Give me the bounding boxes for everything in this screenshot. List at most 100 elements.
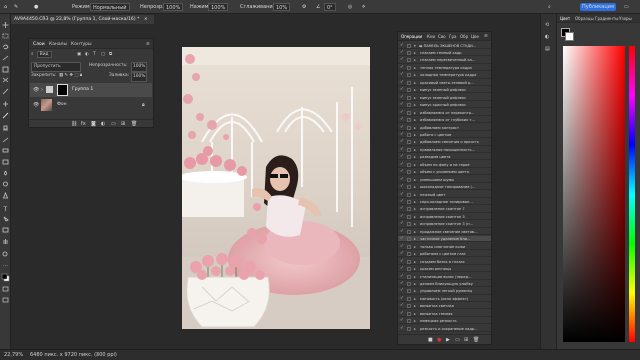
zoom-level[interactable]: 22,79% [4,352,23,358]
action-row[interactable]: ✓ ▸ работаем с цветом глаз [398,251,491,258]
dialog-toggle[interactable] [407,229,411,234]
action-row[interactable]: ✓ ▸ делаем бликующую улыбку [398,281,491,288]
new-layer-icon[interactable]: ⊞ [121,121,125,127]
chevron-right-icon[interactable]: ▸ [414,266,418,272]
dialog-toggle[interactable] [407,65,411,70]
type-tool-icon[interactable]: T [3,206,8,213]
check-icon[interactable]: ✓ [400,199,405,205]
pen-tool-icon[interactable] [2,191,9,199]
dialog-toggle[interactable] [407,110,411,115]
check-icon[interactable]: ✓ [400,229,405,235]
dialog-toggle[interactable] [407,281,411,286]
opacity-field[interactable]: 100% [163,3,184,11]
check-icon[interactable]: ✓ [400,50,405,56]
panel-menu-icon[interactable]: ≡ [146,41,150,48]
action-row[interactable]: ✓ ▸ шоколадное тонирование (... [398,184,491,191]
action-row[interactable]: ✓ ▸ продажное свечение светов... [398,229,491,235]
tab-gradients[interactable]: Градиенты [595,15,618,22]
check-icon[interactable]: ✓ [400,221,405,227]
check-icon[interactable]: ✓ [400,154,405,160]
dialog-toggle[interactable] [407,162,411,167]
action-row[interactable]: ✓ ▸ минус красный рефлекс [398,102,491,109]
stop-icon[interactable]: ■ [428,337,433,343]
tab-properties[interactable]: Сво [438,33,446,40]
smoothing-field[interactable]: 10% [273,3,291,11]
action-row[interactable]: ✓ ▸ создаем блеск в глазах [398,259,491,265]
chevron-right-icon[interactable]: ▸ [414,326,418,332]
action-row[interactable]: ✓ ▸ резкость и сохранение кадр... [398,326,491,332]
brush-preset-icon[interactable]: ✎ [14,3,18,11]
dialog-toggle[interactable] [407,244,411,249]
check-icon[interactable]: ✓ [400,303,405,309]
chevron-right-icon[interactable]: ▸ [414,154,418,160]
chevron-right-icon[interactable]: ▸ [414,296,418,302]
libraries-icon[interactable]: ▤ [545,46,550,52]
action-row[interactable]: ✓ ▸ немецкая резкость [398,318,491,325]
search-icon[interactable]: ⌕ [548,3,551,11]
layer-name[interactable]: Фон [57,102,67,107]
action-row[interactable]: ✓ ▸ избавляемся от глубоких т... [398,117,491,124]
adjustments-icon[interactable]: ◐ [545,34,549,40]
check-icon[interactable]: ✓ [400,214,405,220]
action-row[interactable]: ✓ ▸ красивый свето-теневой р... [398,80,491,86]
action-row[interactable]: ✓ ▸ работа с цветом [398,132,491,139]
chevron-right-icon[interactable]: ▸ [414,65,418,71]
eye-icon[interactable]: 👁︎ [33,87,39,93]
filter-shape-icon[interactable]: ▢ [101,51,105,59]
dialog-toggle[interactable] [407,222,411,227]
action-row[interactable]: ✓ ▸ виньетка темная [398,311,491,317]
play-icon[interactable]: ▶ [446,337,450,343]
check-icon[interactable]: ✓ [400,244,405,250]
action-row[interactable]: ✓ ▸ добавляем свечения и яркость [398,139,491,146]
check-icon[interactable]: ✓ [400,132,405,138]
chevron-right-icon[interactable]: ▸ [414,311,418,317]
chevron-right-icon[interactable]: ▸ [414,87,418,93]
check-icon[interactable]: ✓ [400,117,405,123]
marquee-tool-icon[interactable] [2,33,9,39]
mode-select[interactable]: Нормальный [90,3,130,11]
chevron-right-icon[interactable]: ▸ [414,303,418,309]
layer-fill-field[interactable]: 100% [131,72,148,82]
chevron-right-icon[interactable]: ▸ [414,274,418,280]
chevron-right-icon[interactable]: ▸ [414,318,418,324]
path-select-tool-icon[interactable] [3,216,9,222]
check-icon[interactable]: ✓ [400,72,405,78]
check-icon[interactable]: ✓ [400,326,405,332]
check-icon[interactable]: ✓ [400,296,405,302]
check-icon[interactable]: ✓ [400,236,405,242]
action-row[interactable]: ✓ ▸ правильная насыщенность... [398,147,491,154]
fx-icon[interactable]: fx [81,121,86,127]
tab-channels[interactable]: Каналы [49,41,67,48]
tab-actions[interactable]: Операции [401,33,422,40]
dialog-toggle[interactable] [407,88,411,93]
action-row[interactable]: ✓ ▸ красим ресницы [398,266,491,273]
dialog-toggle[interactable] [407,155,411,160]
filter-smart-icon[interactable]: ⧉ [109,51,112,59]
close-icon[interactable]: × [144,17,148,22]
gradient-tool-icon[interactable] [2,159,9,165]
tab-layers[interactable]: Слои [33,41,45,48]
check-icon[interactable]: ✓ [400,57,405,63]
screen-mode-icon[interactable] [2,297,9,303]
check-icon[interactable]: ✓ [400,177,405,183]
check-icon[interactable]: ✓ [400,281,405,287]
dialog-toggle[interactable] [407,259,411,264]
layer-opacity-field[interactable]: 100% [131,62,148,72]
action-set-row[interactable]: ✓ ▾ ▬ ПАНЕЛЬ ЭКШЕНОВ СТУДИ... [398,43,491,50]
action-row[interactable]: ✓ ▸ матовость (окно эффект) [398,296,491,303]
trash-icon[interactable]: 🗑︎ [473,337,479,343]
chevron-right-icon[interactable]: ▸ [414,125,418,131]
action-row[interactable]: ✓ ▸ только смягчение кожи [398,244,491,250]
check-icon[interactable]: ✓ [400,288,405,294]
eraser-tool-icon[interactable] [2,148,9,153]
layer-row-background[interactable]: 👁︎ Фон 🔒︎ [30,98,152,112]
history-icon[interactable]: ⟲ [545,22,549,28]
dialog-toggle[interactable] [407,296,411,301]
chevron-right-icon[interactable]: ▸ [414,110,418,116]
link-layers-icon[interactable]: ⛓︎ [71,121,77,127]
chevron-right-icon[interactable]: ▸ [414,199,418,205]
new-set-icon[interactable]: ▭ [455,337,460,343]
dialog-toggle[interactable] [407,132,411,137]
dialog-toggle[interactable] [407,80,411,85]
hand-tool-icon[interactable] [3,239,8,244]
